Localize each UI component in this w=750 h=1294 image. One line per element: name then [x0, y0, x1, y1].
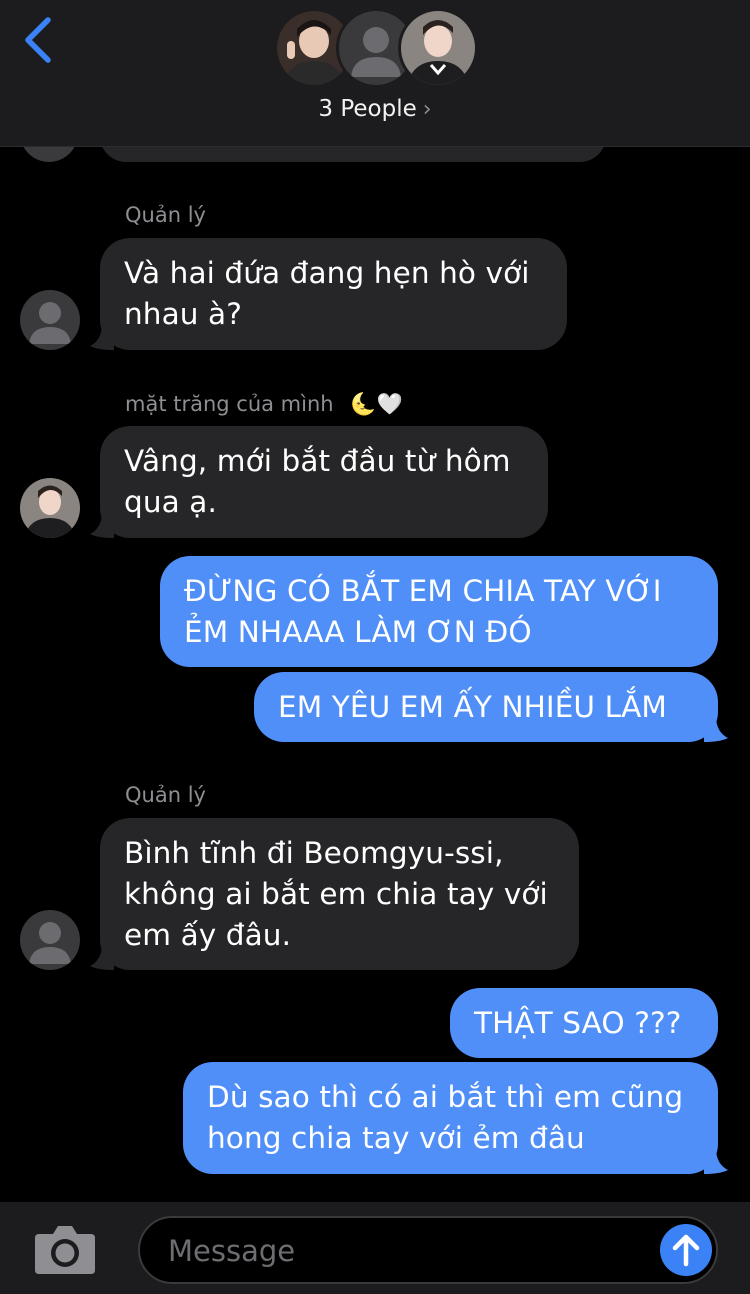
composer-bar [0, 1202, 750, 1294]
incoming-message-bubble[interactable]: Và hai đứa đang hẹn hò với nhau à? [100, 238, 567, 350]
incoming-message-bubble[interactable]: Vâng, mới bắt đầu từ hôm qua ạ. [100, 426, 548, 538]
back-chevron-icon[interactable] [18, 14, 58, 68]
sender-name-text: mặt trăng của mình [125, 392, 334, 416]
sender-name: Quản lý [125, 783, 206, 807]
member-avatar-2 [398, 8, 478, 88]
outgoing-message-bubble[interactable]: ĐỪNG CÓ BẮT EM CHIA TAY VỚI ẺM NHAAA LÀM… [160, 556, 718, 667]
sender-name: mặt trăng của mình 🌜🤍 [125, 392, 403, 417]
conversation-header: 3 People › [0, 0, 750, 147]
sender-avatar [20, 478, 80, 538]
sender-name: Quản lý [125, 203, 206, 227]
outgoing-message-bubble[interactable]: Dù sao thì có ai bắt thì em cũng hong ch… [183, 1062, 718, 1174]
group-title[interactable]: 3 People › [0, 96, 750, 122]
message-input-field[interactable] [138, 1216, 718, 1284]
moon-heart-emoji: 🌜🤍 [350, 392, 403, 416]
group-avatars[interactable] [274, 8, 478, 90]
send-arrow-icon[interactable] [660, 1224, 712, 1276]
incoming-message-bubble[interactable]: Bình tĩnh đi Beomgyu-ssi, không ai bắt e… [100, 818, 579, 970]
people-count-label: 3 People [318, 96, 417, 122]
chevron-right-icon: › [422, 97, 432, 122]
outgoing-message-bubble[interactable]: EM YÊU EM ẤY NHIỀU LẮM [254, 672, 718, 742]
default-avatar-icon [20, 290, 80, 350]
camera-icon[interactable] [33, 1222, 97, 1276]
message-input[interactable] [166, 1228, 650, 1274]
outgoing-message-bubble[interactable]: THẬT SAO ??? [450, 988, 718, 1058]
default-avatar-icon [20, 910, 80, 970]
